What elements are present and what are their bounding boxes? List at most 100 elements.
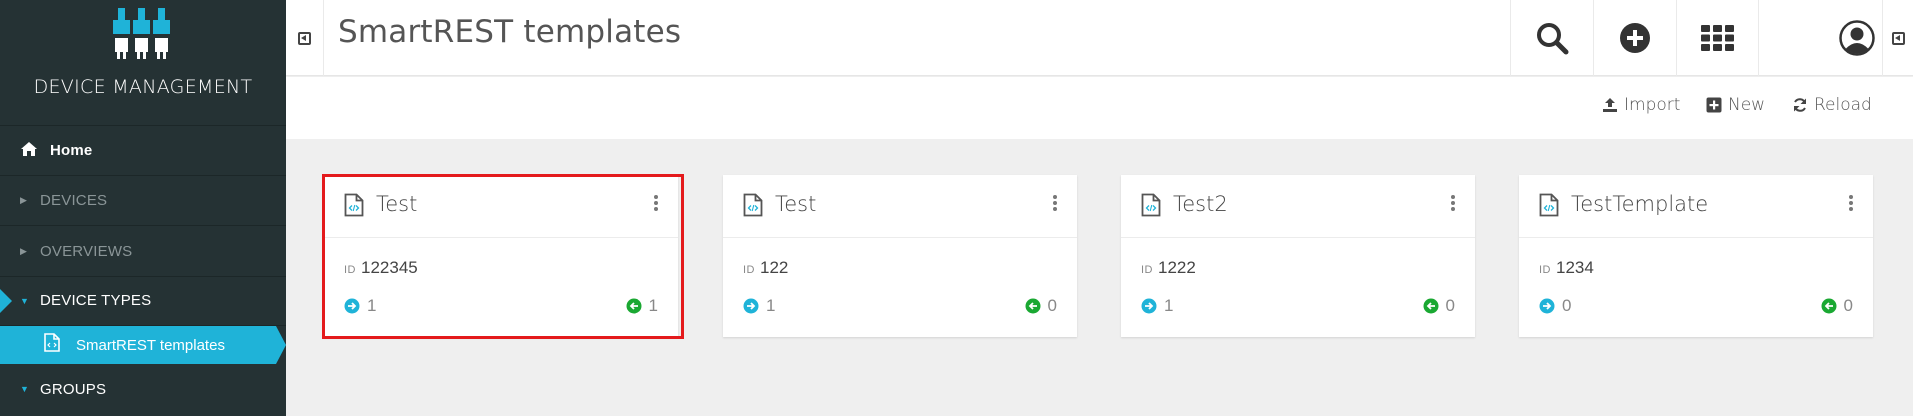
sidebar-item-overviews[interactable]: ▶ OVERVIEWS [0, 227, 286, 277]
sidebar-item-label: OVERVIEWS [40, 243, 133, 260]
action-bar: Import New Reload [286, 77, 1913, 139]
sidebar: DEVICE MANAGEMENT Home ▶ DEVICES ▶ OVERV… [0, 0, 286, 416]
collapse-sidebar-button[interactable] [286, 0, 324, 76]
inbound-count: 1 [743, 296, 775, 316]
id-value: 1234 [1556, 258, 1594, 277]
caret-down-icon: ▼ [20, 295, 29, 306]
kebab-menu-icon[interactable] [1451, 195, 1455, 213]
reload-button[interactable]: Reload [1792, 95, 1872, 115]
code-file-icon [1539, 193, 1559, 217]
outbound-value: 0 [1047, 296, 1057, 315]
outbound-count: 1 [626, 296, 658, 316]
device-management-logo-icon [113, 8, 170, 59]
inbound-count: 1 [1141, 296, 1173, 316]
sidebar-item-label: Home [50, 142, 93, 159]
card-title: Test2 [1173, 192, 1228, 216]
card-header: Test2 [1121, 175, 1475, 238]
brand-name: DEVICE MANAGEMENT [33, 76, 253, 98]
arrow-left-circle-icon [1821, 298, 1837, 314]
arrow-right-circle-icon [344, 298, 360, 314]
app-switcher-button[interactable] [1676, 0, 1759, 76]
collapse-right-panel-button[interactable] [1882, 0, 1913, 76]
arrow-left-circle-icon [1423, 298, 1439, 314]
sidebar-item-device-types[interactable]: ▼ DEVICE TYPES [0, 276, 286, 326]
import-button[interactable]: Import [1602, 95, 1680, 115]
plus-circle-icon [1620, 23, 1650, 53]
collapse-right-icon [1891, 31, 1905, 45]
card-id: ID 1234 [1539, 258, 1594, 278]
inbound-count: 1 [344, 296, 376, 316]
sidebar-item-label: GROUPS [40, 380, 107, 398]
upload-icon [1603, 98, 1617, 112]
page-title: SmartREST templates [338, 14, 682, 50]
sidebar-item-label: DEVICE TYPES [40, 292, 152, 309]
code-file-icon [1141, 193, 1161, 217]
template-grid: Test ID 122345 1 1 Test ID 122 1 0 Test2… [286, 139, 1913, 416]
caret-down-icon: ▼ [20, 384, 29, 394]
inbound-value: 0 [1562, 296, 1572, 315]
caret-right-icon: ▶ [20, 246, 27, 256]
arrow-left-circle-icon [626, 298, 642, 314]
user-menu-button[interactable] [1832, 0, 1882, 76]
user-icon [1839, 20, 1875, 56]
template-card[interactable]: Test2 ID 1222 1 0 [1121, 175, 1475, 337]
sidebar-item-smartrest-templates[interactable]: SmartREST templates [0, 326, 286, 364]
sidebar-item-label: DEVICES [40, 192, 108, 209]
card-id: ID 1222 [1141, 258, 1196, 278]
brand: DEVICE MANAGEMENT [0, 0, 286, 126]
caret-right-icon: ▶ [20, 195, 27, 205]
id-label: ID [743, 264, 755, 276]
card-header: Test [723, 175, 1077, 238]
card-title: Test [376, 192, 418, 216]
plus-square-icon [1706, 97, 1722, 113]
sidebar-item-devices[interactable]: ▶ DEVICES [0, 176, 286, 226]
card-header: TestTemplate [1519, 175, 1873, 238]
outbound-value: 1 [648, 296, 658, 315]
inbound-value: 1 [1164, 296, 1174, 315]
arrow-left-circle-icon [1025, 298, 1041, 314]
id-value: 122345 [361, 258, 418, 277]
card-id: ID 122 [743, 258, 788, 278]
template-card[interactable]: Test ID 122 1 0 [723, 175, 1077, 337]
kebab-menu-icon[interactable] [1053, 195, 1057, 213]
template-card[interactable]: TestTemplate ID 1234 0 0 [1519, 175, 1873, 337]
arrow-right-circle-icon [1141, 298, 1157, 314]
arrow-right-circle-icon [743, 298, 759, 314]
grid-icon [1700, 25, 1734, 51]
card-title: Test [775, 192, 817, 216]
id-label: ID [344, 264, 356, 276]
outbound-count: 0 [1025, 296, 1057, 316]
card-id: ID 122345 [344, 258, 418, 278]
outbound-value: 0 [1445, 296, 1455, 315]
id-label: ID [1141, 264, 1153, 276]
new-label: New [1728, 95, 1766, 115]
outbound-count: 0 [1423, 296, 1455, 316]
inbound-count: 0 [1539, 296, 1571, 316]
code-file-icon [44, 333, 76, 357]
import-label: Import [1624, 95, 1681, 115]
kebab-menu-icon[interactable] [654, 195, 658, 213]
inbound-value: 1 [367, 296, 377, 315]
outbound-value: 0 [1843, 296, 1853, 315]
search-button[interactable] [1510, 0, 1593, 76]
kebab-menu-icon[interactable] [1849, 195, 1853, 213]
search-icon [1537, 23, 1569, 55]
top-header: SmartREST templates [286, 0, 1913, 76]
template-card[interactable]: Test ID 122345 1 1 [324, 175, 678, 337]
card-title: TestTemplate [1571, 192, 1709, 216]
collapse-left-icon [298, 31, 311, 45]
code-file-icon [743, 193, 763, 217]
refresh-icon [1794, 98, 1806, 112]
sidebar-item-label: SmartREST templates [76, 336, 225, 354]
new-button[interactable]: New [1706, 95, 1765, 115]
sidebar-item-home[interactable]: Home [0, 126, 286, 176]
add-button[interactable] [1593, 0, 1676, 76]
id-value: 122 [760, 258, 789, 277]
home-icon [20, 141, 50, 161]
card-header: Test [324, 175, 678, 238]
inbound-value: 1 [766, 296, 776, 315]
code-file-icon [344, 193, 364, 217]
sidebar-item-groups[interactable]: ▼ GROUPS [0, 364, 286, 414]
arrow-right-circle-icon [1539, 298, 1555, 314]
reload-label: Reload [1814, 95, 1872, 115]
